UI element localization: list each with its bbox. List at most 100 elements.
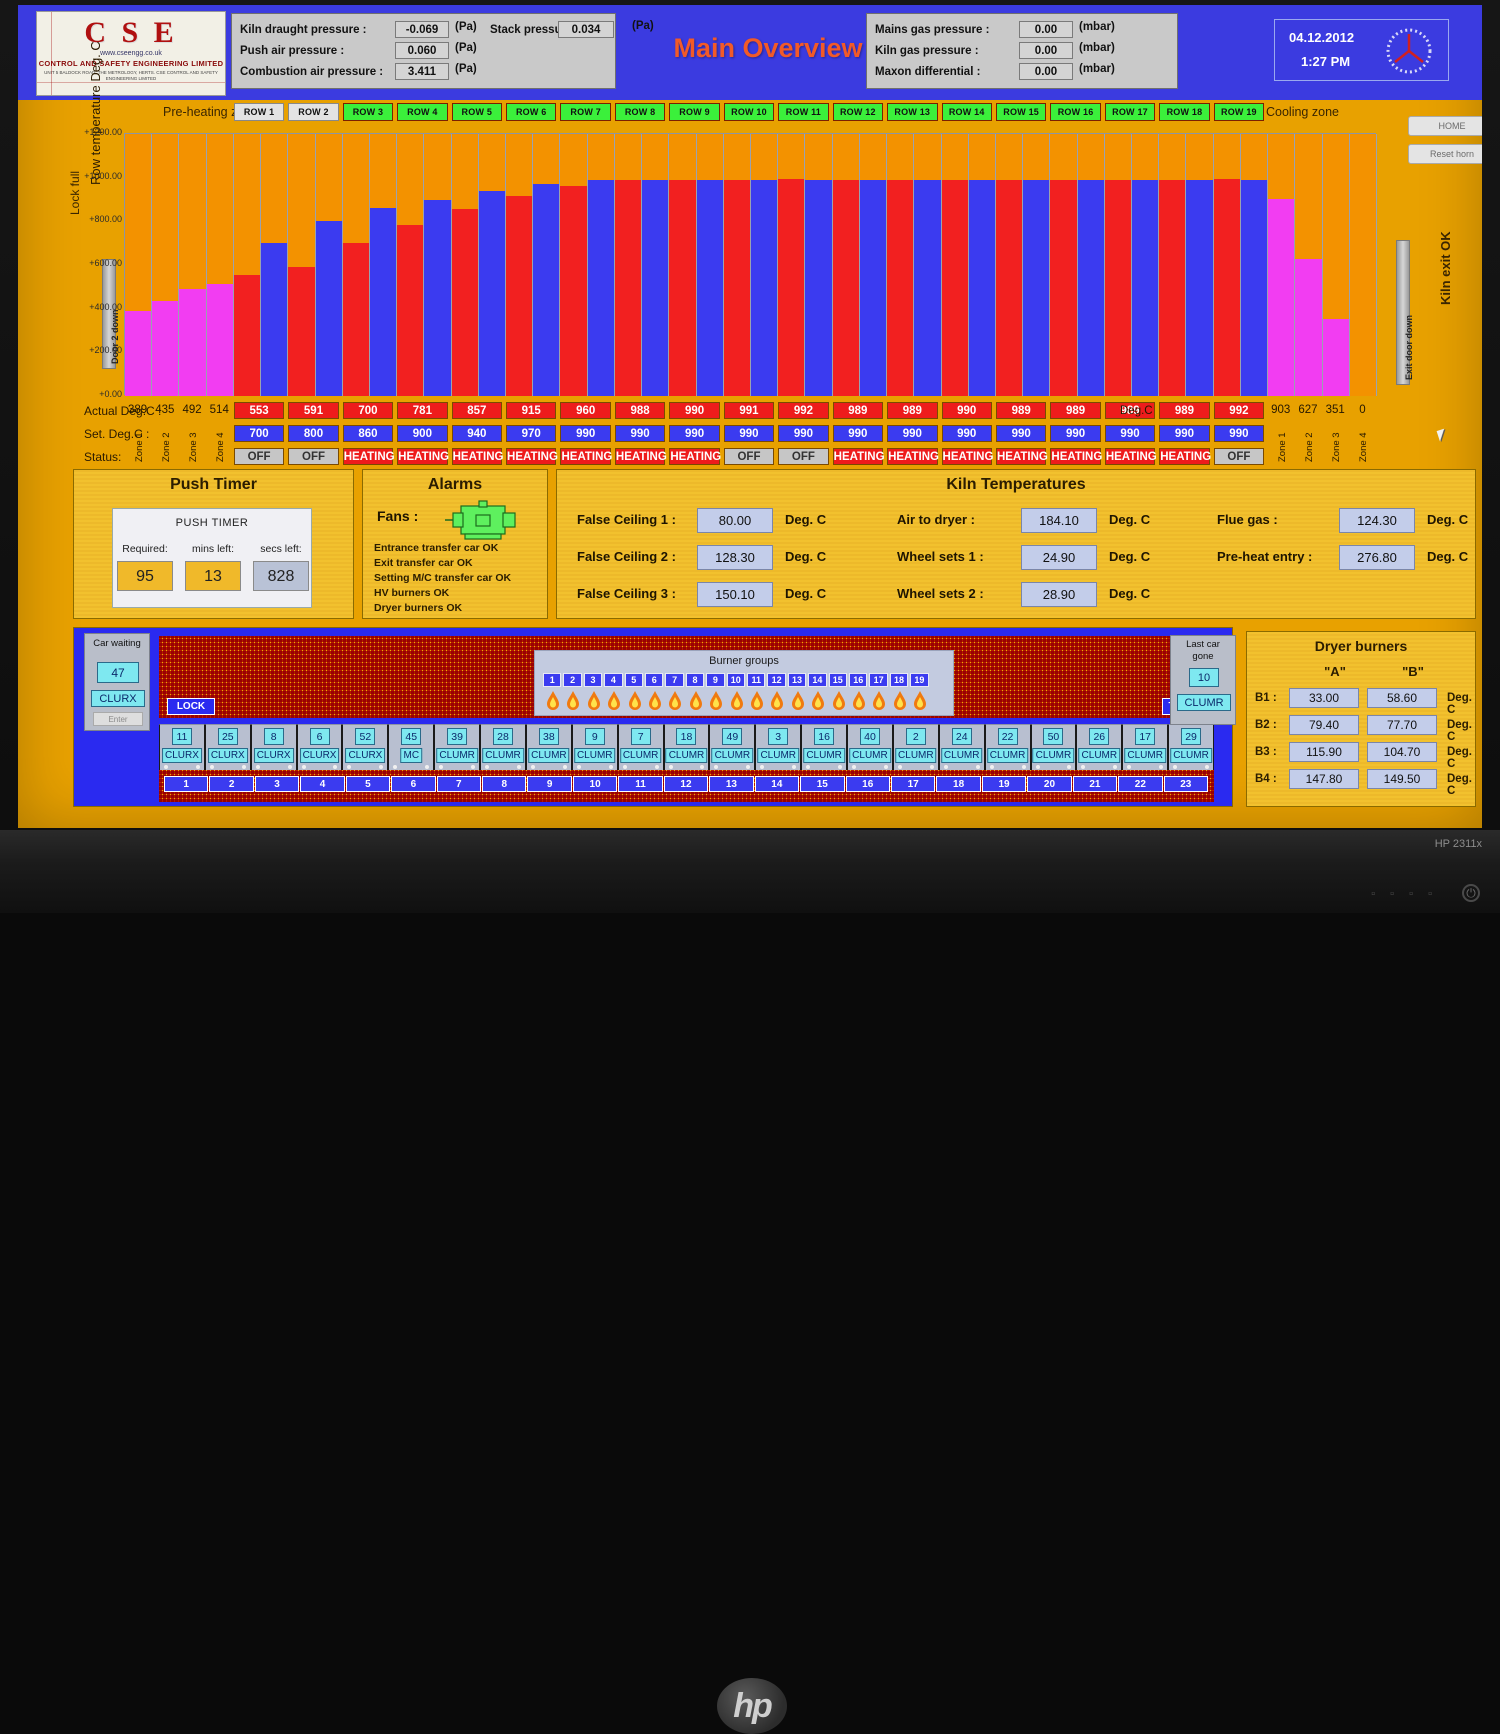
track-position-2[interactable]: 2 [209, 776, 254, 792]
track-position-9[interactable]: 9 [527, 776, 572, 792]
row-15-actual-value[interactable]: 989 [995, 402, 1047, 419]
track-position-7[interactable]: 7 [436, 776, 482, 792]
track-position-11[interactable]: 11 [618, 776, 663, 792]
row-1-status[interactable]: OFF [233, 448, 285, 465]
row-18-actual-value[interactable]: 989 [1159, 402, 1210, 419]
row-19-actual-value[interactable]: 992 [1213, 402, 1265, 419]
track-position-21[interactable]: 21 [1072, 776, 1118, 792]
row-button-4[interactable]: ROW 4 [397, 103, 448, 121]
car-waiting-enter-button[interactable]: Enter [93, 712, 143, 726]
row-14-status[interactable]: HEATING [941, 448, 993, 465]
car-15[interactable]: 16 CLUMR [801, 724, 848, 770]
row-button-6[interactable]: ROW 6 [506, 103, 557, 121]
monitor-osd-buttons[interactable]: ▫ ▫ ▫ ▫ [1371, 888, 1438, 900]
row-13-set-value[interactable]: 990 [887, 425, 938, 442]
car-13[interactable]: 49 CLUMR [709, 724, 756, 770]
car-23[interactable]: 29 CLUMR [1168, 724, 1214, 770]
row-button-13[interactable]: ROW 13 [887, 103, 938, 121]
car-6[interactable]: 45 MC [388, 724, 435, 770]
row-4-actual-value[interactable]: 781 [397, 402, 448, 419]
row-12-actual-value[interactable]: 989 [832, 402, 884, 419]
track-position-6[interactable]: 6 [391, 776, 436, 792]
row-8-set-value[interactable]: 990 [614, 425, 666, 442]
track-position-12[interactable]: 12 [663, 776, 709, 792]
burner-group-9[interactable]: 9 [706, 673, 725, 687]
burner-group-8[interactable]: 8 [685, 673, 705, 687]
row-button-1[interactable]: ROW 1 [233, 103, 285, 121]
row-16-status[interactable]: HEATING [1050, 448, 1102, 465]
car-18[interactable]: 24 CLUMR [938, 724, 985, 770]
row-6-set-value[interactable]: 970 [506, 425, 557, 442]
row-13-actual-value[interactable]: 989 [887, 402, 938, 419]
row-7-actual-value[interactable]: 960 [560, 402, 611, 419]
car-11[interactable]: 7 CLUMR [617, 724, 664, 770]
car-19[interactable]: 22 CLUMR [984, 724, 1031, 770]
car-16[interactable]: 40 CLUMR [847, 724, 893, 770]
burner-group-5[interactable]: 5 [624, 673, 643, 687]
row-11-set-value[interactable]: 990 [778, 425, 829, 442]
row-button-17[interactable]: ROW 17 [1104, 103, 1156, 121]
burner-group-12[interactable]: 12 [767, 673, 786, 687]
row-10-set-value[interactable]: 990 [723, 425, 775, 442]
car-14[interactable]: 3 CLUMR [755, 724, 802, 770]
row-19-set-value[interactable]: 990 [1213, 425, 1265, 442]
row-5-set-value[interactable]: 940 [451, 425, 503, 442]
burner-group-4[interactable]: 4 [604, 673, 623, 687]
row-3-status[interactable]: HEATING [342, 448, 395, 465]
row-button-14[interactable]: ROW 14 [941, 103, 992, 121]
row-5-actual-value[interactable]: 857 [451, 402, 503, 419]
car-17[interactable]: 2 CLUMR [892, 724, 939, 770]
row-1-actual-value[interactable]: 553 [233, 402, 285, 419]
row-11-actual-value[interactable]: 992 [778, 402, 829, 419]
car-12[interactable]: 18 CLUMR [663, 724, 710, 770]
burner-group-11[interactable]: 11 [747, 673, 766, 687]
reset-horn-button[interactable]: Reset horn [1408, 144, 1482, 164]
row-11-status[interactable]: OFF [778, 448, 829, 465]
row-15-status[interactable]: HEATING [995, 448, 1048, 465]
track-position-17[interactable]: 17 [890, 776, 936, 792]
car-10[interactable]: 9 CLUMR [571, 724, 618, 770]
track-position-1[interactable]: 1 [164, 776, 209, 792]
row-12-status[interactable]: HEATING [832, 448, 885, 465]
row-button-15[interactable]: ROW 15 [995, 103, 1047, 121]
row-8-actual-value[interactable]: 988 [614, 402, 666, 419]
push-required-value[interactable]: 95 [117, 561, 173, 591]
car-4[interactable]: 6 CLURX [296, 724, 343, 770]
row-6-status[interactable]: HEATING [506, 448, 558, 465]
track-position-22[interactable]: 22 [1118, 776, 1163, 792]
track-position-10[interactable]: 10 [572, 776, 618, 792]
track-position-14[interactable]: 14 [754, 776, 800, 792]
track-position-5[interactable]: 5 [345, 776, 391, 792]
row-13-status[interactable]: HEATING [887, 448, 939, 465]
track-position-19[interactable]: 19 [981, 776, 1027, 792]
row-10-actual-value[interactable]: 991 [723, 402, 775, 419]
burner-group-16[interactable]: 16 [849, 673, 868, 687]
car-21[interactable]: 26 CLUMR [1076, 724, 1123, 770]
track-position-23[interactable]: 23 [1163, 776, 1208, 792]
car-5[interactable]: 52 CLURX [342, 724, 389, 770]
row-button-2[interactable]: ROW 2 [288, 103, 339, 121]
row-12-set-value[interactable]: 990 [832, 425, 884, 442]
car-3[interactable]: 8 CLURX [250, 724, 297, 770]
row-button-5[interactable]: ROW 5 [451, 103, 503, 121]
row-16-actual-value[interactable]: 989 [1050, 402, 1101, 419]
power-button-icon[interactable]: ⏻ [1462, 884, 1480, 902]
row-4-set-value[interactable]: 900 [397, 425, 448, 442]
row-9-set-value[interactable]: 990 [669, 425, 720, 442]
row-button-3[interactable]: ROW 3 [342, 103, 394, 121]
row-17-status[interactable]: HEATING [1104, 448, 1157, 465]
track-position-3[interactable]: 3 [254, 776, 300, 792]
row-button-12[interactable]: ROW 12 [832, 103, 884, 121]
row-9-status[interactable]: HEATING [669, 448, 721, 465]
row-9-actual-value[interactable]: 990 [669, 402, 720, 419]
row-button-7[interactable]: ROW 7 [560, 103, 611, 121]
burner-group-13[interactable]: 13 [787, 673, 807, 687]
row-button-10[interactable]: ROW 10 [723, 103, 775, 121]
row-2-actual-value[interactable]: 591 [288, 402, 339, 419]
burner-group-1[interactable]: 1 [543, 673, 562, 687]
row-3-actual-value[interactable]: 700 [342, 402, 394, 419]
burner-group-14[interactable]: 14 [808, 673, 827, 687]
burner-group-2[interactable]: 2 [563, 673, 582, 687]
row-button-19[interactable]: ROW 19 [1213, 103, 1265, 121]
lock-button[interactable]: LOCK [167, 698, 215, 715]
